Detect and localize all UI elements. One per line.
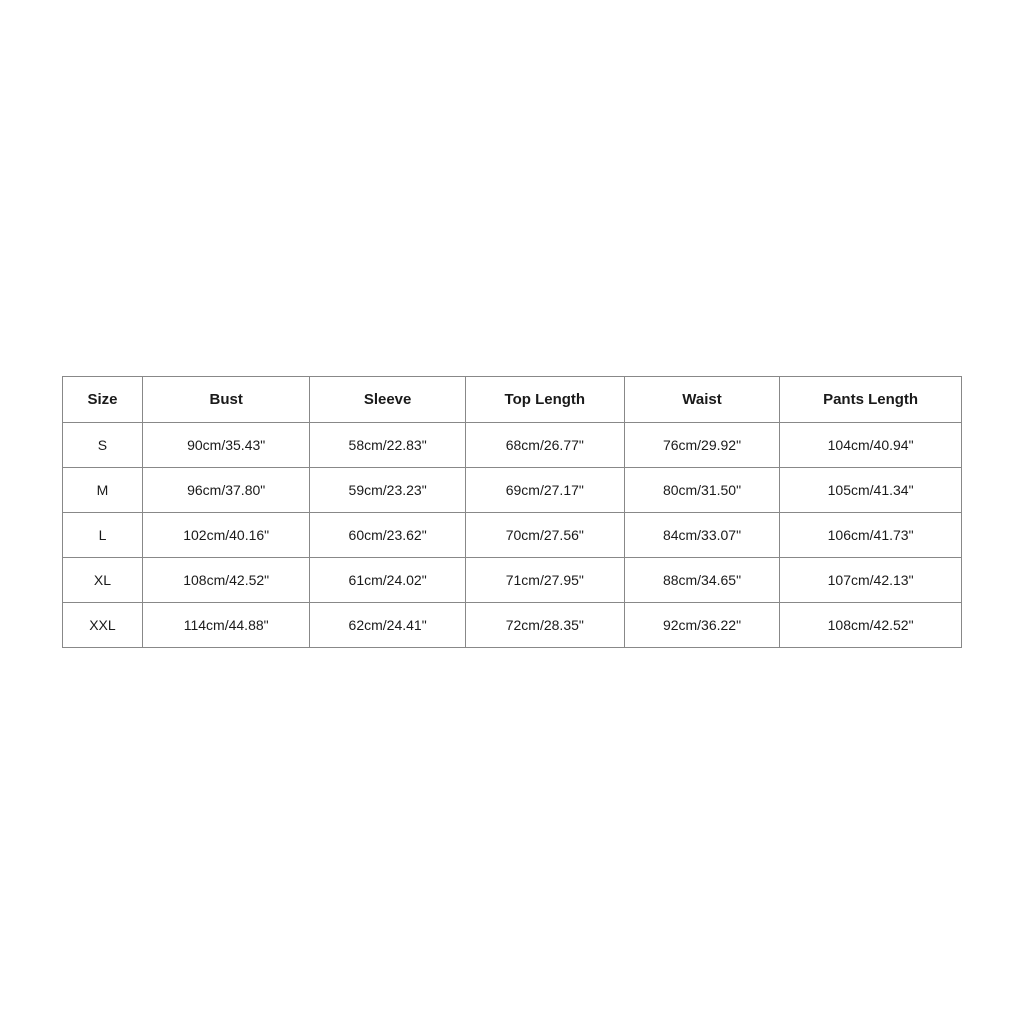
cell-bust: 90cm/35.43": [142, 423, 310, 468]
table-header-row: Size Bust Sleeve Top Length Waist Pants …: [63, 377, 962, 423]
cell-sleeve: 61cm/24.02": [310, 558, 465, 603]
cell-top_length: 72cm/28.35": [465, 603, 624, 648]
cell-bust: 114cm/44.88": [142, 603, 310, 648]
cell-pants_length: 107cm/42.13": [780, 558, 962, 603]
cell-top_length: 69cm/27.17": [465, 468, 624, 513]
cell-waist: 88cm/34.65": [624, 558, 779, 603]
cell-size: L: [63, 513, 143, 558]
header-sleeve: Sleeve: [310, 377, 465, 423]
cell-pants_length: 104cm/40.94": [780, 423, 962, 468]
cell-top_length: 68cm/26.77": [465, 423, 624, 468]
size-chart-container: Size Bust Sleeve Top Length Waist Pants …: [62, 376, 962, 648]
cell-top_length: 71cm/27.95": [465, 558, 624, 603]
table-row: L102cm/40.16"60cm/23.62"70cm/27.56"84cm/…: [63, 513, 962, 558]
cell-pants_length: 108cm/42.52": [780, 603, 962, 648]
cell-waist: 76cm/29.92": [624, 423, 779, 468]
cell-waist: 84cm/33.07": [624, 513, 779, 558]
cell-sleeve: 59cm/23.23": [310, 468, 465, 513]
cell-bust: 108cm/42.52": [142, 558, 310, 603]
cell-bust: 102cm/40.16": [142, 513, 310, 558]
table-row: M96cm/37.80"59cm/23.23"69cm/27.17"80cm/3…: [63, 468, 962, 513]
header-size: Size: [63, 377, 143, 423]
table-row: XL108cm/42.52"61cm/24.02"71cm/27.95"88cm…: [63, 558, 962, 603]
header-pants-length: Pants Length: [780, 377, 962, 423]
cell-size: M: [63, 468, 143, 513]
cell-sleeve: 62cm/24.41": [310, 603, 465, 648]
header-bust: Bust: [142, 377, 310, 423]
cell-waist: 92cm/36.22": [624, 603, 779, 648]
table-row: S90cm/35.43"58cm/22.83"68cm/26.77"76cm/2…: [63, 423, 962, 468]
cell-sleeve: 60cm/23.62": [310, 513, 465, 558]
cell-size: XXL: [63, 603, 143, 648]
cell-size: XL: [63, 558, 143, 603]
table-row: XXL114cm/44.88"62cm/24.41"72cm/28.35"92c…: [63, 603, 962, 648]
cell-pants_length: 105cm/41.34": [780, 468, 962, 513]
cell-waist: 80cm/31.50": [624, 468, 779, 513]
header-waist: Waist: [624, 377, 779, 423]
cell-size: S: [63, 423, 143, 468]
size-chart-table: Size Bust Sleeve Top Length Waist Pants …: [62, 376, 962, 648]
header-top-length: Top Length: [465, 377, 624, 423]
cell-bust: 96cm/37.80": [142, 468, 310, 513]
cell-sleeve: 58cm/22.83": [310, 423, 465, 468]
cell-pants_length: 106cm/41.73": [780, 513, 962, 558]
cell-top_length: 70cm/27.56": [465, 513, 624, 558]
page-wrapper: Size Bust Sleeve Top Length Waist Pants …: [0, 0, 1024, 1024]
